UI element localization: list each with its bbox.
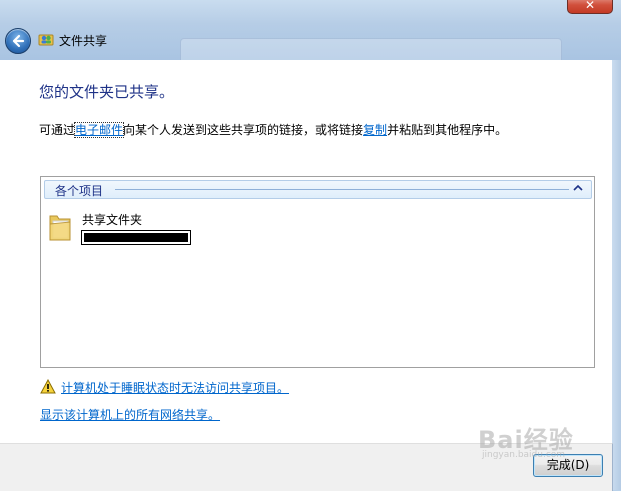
finish-button[interactable]: 完成(D) (533, 454, 603, 477)
arrow-left-icon (12, 34, 25, 48)
email-link[interactable]: 电子邮件 (74, 122, 125, 138)
item-name: 共享文件夹 (82, 213, 143, 227)
window-titlebar: ✕ 文件共享 (0, 0, 621, 61)
copy-link[interactable]: 复制 (363, 123, 387, 137)
items-group-label: 各个项目 (55, 184, 104, 198)
desc-middle: 向某个人发送到这些共享项的链接，或将链接 (123, 123, 364, 137)
shared-items-list[interactable]: 各个项目 共享文件夹 (40, 176, 595, 368)
folder-icon (49, 215, 71, 241)
dialog-content: 您的文件夹已共享。 可通过电子邮件向某个人发送到这些共享项的链接，或将链接复制并… (0, 60, 613, 443)
window-title: 文件共享 (59, 34, 108, 48)
close-button[interactable]: ✕ (567, 0, 613, 14)
close-icon: ✕ (584, 0, 596, 12)
background-window-ghost (180, 38, 562, 61)
share-description: 可通过电子邮件向某个人发送到这些共享项的链接，或将链接复制并粘贴到其他程序中。 (39, 121, 507, 138)
warning-icon (40, 379, 56, 394)
items-group-header[interactable]: 各个项目 (44, 180, 592, 199)
file-sharing-icon (38, 34, 54, 46)
group-header-divider (115, 189, 569, 190)
dialog-footer: 完成(D) (0, 443, 613, 491)
chevron-up-icon[interactable] (573, 184, 583, 192)
redacted-path (81, 230, 191, 245)
window-frame-right (612, 60, 621, 490)
desc-suffix: 并粘贴到其他程序中。 (387, 123, 508, 137)
back-button[interactable] (5, 28, 31, 54)
desc-prefix: 可通过 (39, 123, 76, 137)
page-title: 您的文件夹已共享。 (39, 83, 175, 101)
show-all-shares-link[interactable]: 显示该计算机上的所有网络共享。 (40, 406, 220, 423)
sleep-warning-link[interactable]: 计算机处于睡眠状态时无法访问共享项目。 (61, 379, 289, 396)
